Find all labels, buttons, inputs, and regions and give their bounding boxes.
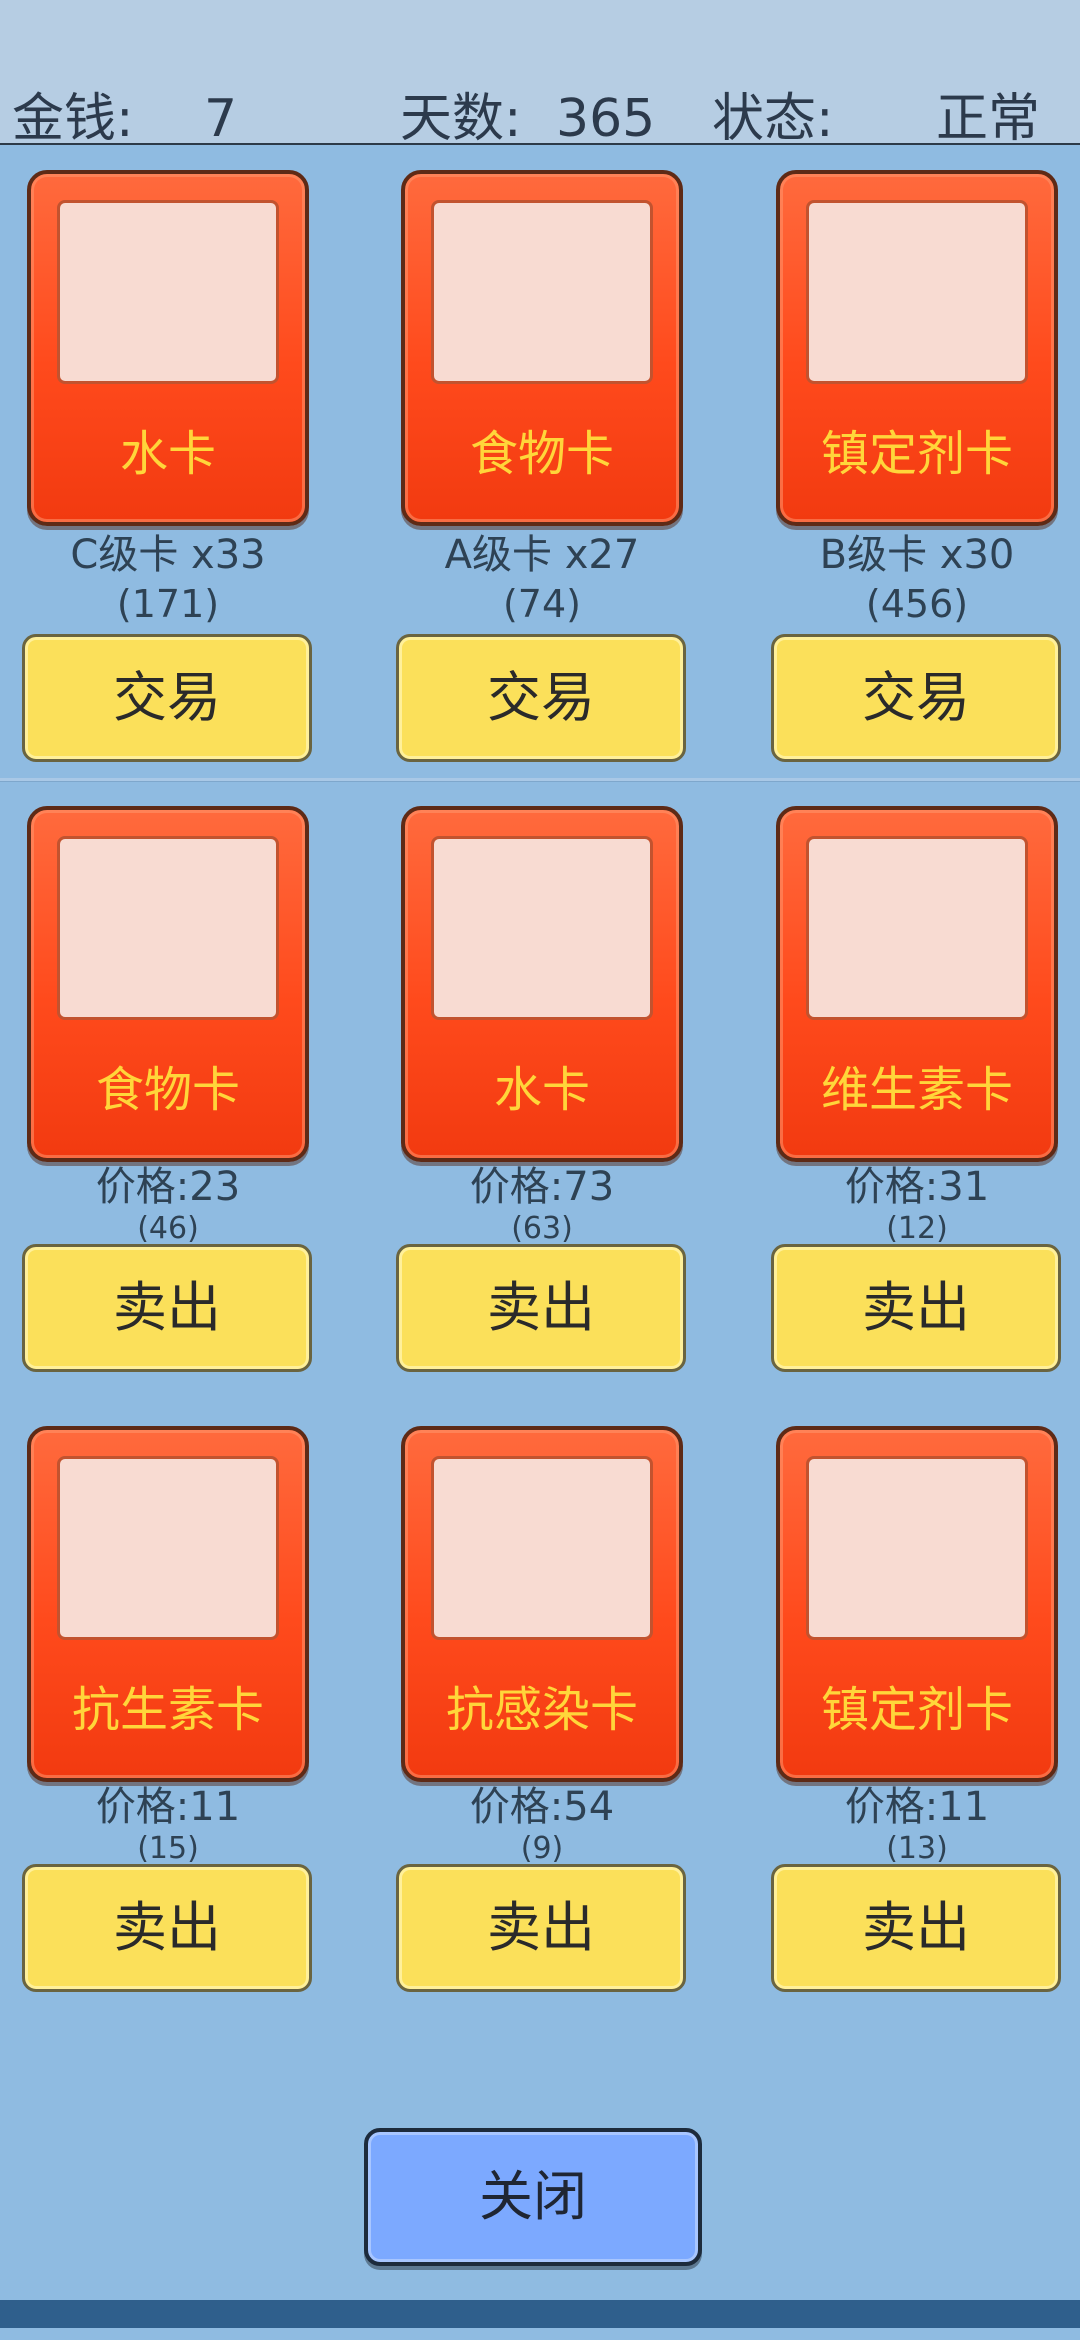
- sell-card-info: 价格:54 (9): [392, 1782, 692, 1866]
- card-name: 食物卡: [469, 426, 614, 482]
- sell-card-info: 价格:73 (63): [392, 1162, 692, 1246]
- sell-card-food[interactable]: 食物卡: [27, 806, 309, 1162]
- card-art: [806, 200, 1028, 384]
- sell-card-water[interactable]: 水卡: [401, 806, 683, 1162]
- card-art: [431, 836, 653, 1020]
- card-art: [431, 1456, 653, 1640]
- money-label: 金钱:: [12, 89, 134, 149]
- card-grade: A级卡 x27: [444, 532, 640, 578]
- sell-card-info: 价格:11 (15): [18, 1782, 318, 1866]
- card-count: (12): [886, 1211, 948, 1246]
- card-name: 水卡: [493, 1062, 590, 1118]
- bottom-bar: [0, 2300, 1080, 2328]
- card-price: 价格:11: [95, 1784, 241, 1830]
- sell-button[interactable]: 卖出: [396, 1864, 686, 1992]
- card-count: (63): [511, 1211, 573, 1246]
- sell-card-vitamin[interactable]: 维生素卡: [776, 806, 1058, 1162]
- close-button[interactable]: 关闭: [364, 2128, 702, 2266]
- card-name: 抗感染卡: [445, 1682, 638, 1738]
- card-name: 食物卡: [95, 1062, 240, 1118]
- trade-card-info: C级卡 x33 (171): [18, 530, 318, 628]
- card-name: 镇定剂卡: [820, 1682, 1013, 1738]
- trade-card-info: A级卡 x27 (74): [392, 530, 692, 628]
- trade-button[interactable]: 交易: [22, 634, 312, 762]
- card-art: [806, 836, 1028, 1020]
- card-count: (13): [886, 1831, 948, 1866]
- sell-card-info: 价格:31 (12): [767, 1162, 1067, 1246]
- card-count: (46): [137, 1211, 199, 1246]
- trade-card-water[interactable]: 水卡: [27, 170, 309, 526]
- days-stat: 天数: 365: [400, 84, 670, 154]
- card-name: 维生素卡: [820, 1062, 1013, 1118]
- card-price: 价格:23: [95, 1164, 241, 1210]
- card-count: (15): [137, 1831, 199, 1866]
- trade-button[interactable]: 交易: [396, 634, 686, 762]
- card-art: [57, 836, 279, 1020]
- card-count: (9): [520, 1831, 564, 1866]
- card-price: 价格:11: [844, 1784, 990, 1830]
- card-grade: B级卡 x30: [819, 532, 1015, 578]
- sell-card-anti-infection[interactable]: 抗感染卡: [401, 1426, 683, 1782]
- card-art: [57, 200, 279, 384]
- card-price: 价格:54: [469, 1784, 615, 1830]
- card-count: (171): [116, 582, 220, 626]
- card-name: 水卡: [119, 426, 216, 482]
- trade-card-sedative[interactable]: 镇定剂卡: [776, 170, 1058, 526]
- card-art: [806, 1456, 1028, 1640]
- sell-button[interactable]: 卖出: [396, 1244, 686, 1372]
- section-divider: [0, 778, 1080, 782]
- card-count: (74): [502, 582, 581, 626]
- card-price: 价格:73: [469, 1164, 615, 1210]
- status-label: 状态:: [712, 89, 834, 149]
- card-art: [431, 200, 653, 384]
- card-price: 价格:31: [844, 1164, 990, 1210]
- status-bar: 金钱: 7 天数: 365 状态: 正常: [0, 0, 1080, 149]
- card-grade: C级卡 x33: [70, 532, 266, 578]
- card-count: (456): [865, 582, 969, 626]
- sell-card-sedative[interactable]: 镇定剂卡: [776, 1426, 1058, 1782]
- sell-card-info: 价格:23 (46): [18, 1162, 318, 1246]
- sell-button[interactable]: 卖出: [22, 1244, 312, 1372]
- days-value: 365: [556, 89, 656, 149]
- trade-button[interactable]: 交易: [771, 634, 1061, 762]
- trade-card-food[interactable]: 食物卡: [401, 170, 683, 526]
- days-label: 天数:: [400, 89, 522, 149]
- sell-card-info: 价格:11 (13): [767, 1782, 1067, 1866]
- status-value: 正常: [936, 89, 1041, 149]
- card-art: [57, 1456, 279, 1640]
- money-stat: 金钱: 7: [12, 84, 252, 154]
- sell-button[interactable]: 卖出: [771, 1244, 1061, 1372]
- card-name: 抗生素卡: [71, 1682, 264, 1738]
- sell-button[interactable]: 卖出: [771, 1864, 1061, 1992]
- trade-card-info: B级卡 x30 (456): [767, 530, 1067, 628]
- sell-card-antibiotic[interactable]: 抗生素卡: [27, 1426, 309, 1782]
- money-value: 7: [204, 89, 238, 149]
- status-stat: 状态: 正常: [712, 84, 1072, 154]
- sell-button[interactable]: 卖出: [22, 1864, 312, 1992]
- card-name: 镇定剂卡: [820, 426, 1013, 482]
